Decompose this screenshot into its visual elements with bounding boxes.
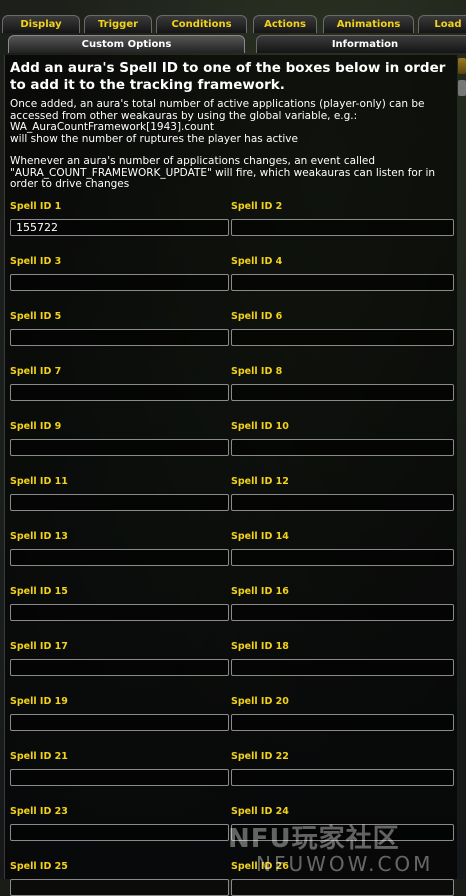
tab-custom-options[interactable]: Custom Options [8, 35, 245, 53]
spell-id-input-4[interactable] [231, 274, 454, 291]
spell-id-input-7[interactable] [10, 384, 229, 401]
spell-id-label-14: Spell ID 14 [231, 531, 289, 542]
spell-id-input-9[interactable] [10, 439, 229, 456]
spell-id-label-19: Spell ID 19 [10, 696, 68, 707]
spell-id-label-6: Spell ID 6 [231, 311, 283, 322]
spell-id-label-4: Spell ID 4 [231, 256, 283, 267]
spell-id-label-25: Spell ID 25 [10, 861, 68, 872]
spell-id-input-23[interactable] [10, 824, 229, 841]
spell-id-label-21: Spell ID 21 [10, 751, 68, 762]
spell-id-label-7: Spell ID 7 [10, 366, 62, 377]
spell-id-label-22: Spell ID 22 [231, 751, 289, 762]
spell-id-label-12: Spell ID 12 [231, 476, 289, 487]
spell-id-input-8[interactable] [231, 384, 454, 401]
watermark-url: NFUWOW.COM [256, 852, 434, 876]
tab-load[interactable]: Load [418, 15, 466, 33]
options-heading: Add an aura's Spell ID to one of the box… [10, 60, 446, 93]
spell-id-label-2: Spell ID 2 [231, 201, 283, 212]
spell-id-label-5: Spell ID 5 [10, 311, 62, 322]
tab-animations[interactable]: Animations [323, 15, 414, 33]
spell-id-label-1: Spell ID 1 [10, 201, 62, 212]
spell-id-input-6[interactable] [231, 329, 454, 346]
spell-id-input-19[interactable] [10, 714, 229, 731]
main-tab-bar: Display Trigger Conditions Actions Anima… [0, 14, 466, 34]
sub-tab-bar: Custom Options Information [0, 34, 466, 54]
scrollbar-thumb[interactable] [458, 80, 466, 96]
spell-id-input-14[interactable] [231, 549, 454, 566]
spell-id-label-17: Spell ID 17 [10, 641, 68, 652]
spell-id-input-13[interactable] [10, 549, 229, 566]
spell-id-input-11[interactable] [10, 494, 229, 511]
spell-id-label-8: Spell ID 8 [231, 366, 283, 377]
spell-id-input-16[interactable] [231, 604, 454, 621]
spell-id-input-25[interactable] [10, 879, 229, 896]
spell-id-label-20: Spell ID 20 [231, 696, 289, 707]
spell-id-input-10[interactable] [231, 439, 454, 456]
spell-id-input-5[interactable] [10, 329, 229, 346]
watermark-logo-text: NFU玩家社区 [228, 824, 400, 854]
spell-id-label-13: Spell ID 13 [10, 531, 68, 542]
spell-id-input-21[interactable] [10, 769, 229, 786]
spell-id-label-15: Spell ID 15 [10, 586, 68, 597]
spell-id-label-24: Spell ID 24 [231, 806, 289, 817]
spell-id-label-11: Spell ID 11 [10, 476, 68, 487]
spell-id-input-20[interactable] [231, 714, 454, 731]
scroll-up-button[interactable] [458, 58, 466, 74]
description-event: Whenever an aura's number of application… [10, 155, 436, 190]
spell-id-input-12[interactable] [231, 494, 454, 511]
spell-id-label-3: Spell ID 3 [10, 256, 62, 267]
spell-id-input-17[interactable] [10, 659, 229, 676]
spell-id-input-15[interactable] [10, 604, 229, 621]
tab-actions[interactable]: Actions [253, 15, 317, 33]
spell-id-input-2[interactable] [231, 219, 454, 236]
tab-information[interactable]: Information [256, 35, 466, 53]
tab-conditions[interactable]: Conditions [156, 15, 247, 33]
spell-id-label-18: Spell ID 18 [231, 641, 289, 652]
spell-id-label-9: Spell ID 9 [10, 421, 62, 432]
spell-id-input-26[interactable] [231, 879, 454, 896]
site-watermark: NFU玩家社区 NFUWOW.COM [228, 818, 466, 878]
description-accessing: Once added, an aura's total number of ac… [10, 98, 425, 145]
spell-id-input-18[interactable] [231, 659, 454, 676]
spell-id-label-10: Spell ID 10 [231, 421, 289, 432]
tab-trigger[interactable]: Trigger [84, 15, 152, 33]
spell-id-label-23: Spell ID 23 [10, 806, 68, 817]
spell-id-input-1[interactable]: 155722 [10, 219, 229, 236]
tab-display[interactable]: Display [2, 15, 80, 33]
spell-id-input-22[interactable] [231, 769, 454, 786]
spell-id-input-3[interactable] [10, 274, 229, 291]
spell-id-label-16: Spell ID 16 [231, 586, 289, 597]
